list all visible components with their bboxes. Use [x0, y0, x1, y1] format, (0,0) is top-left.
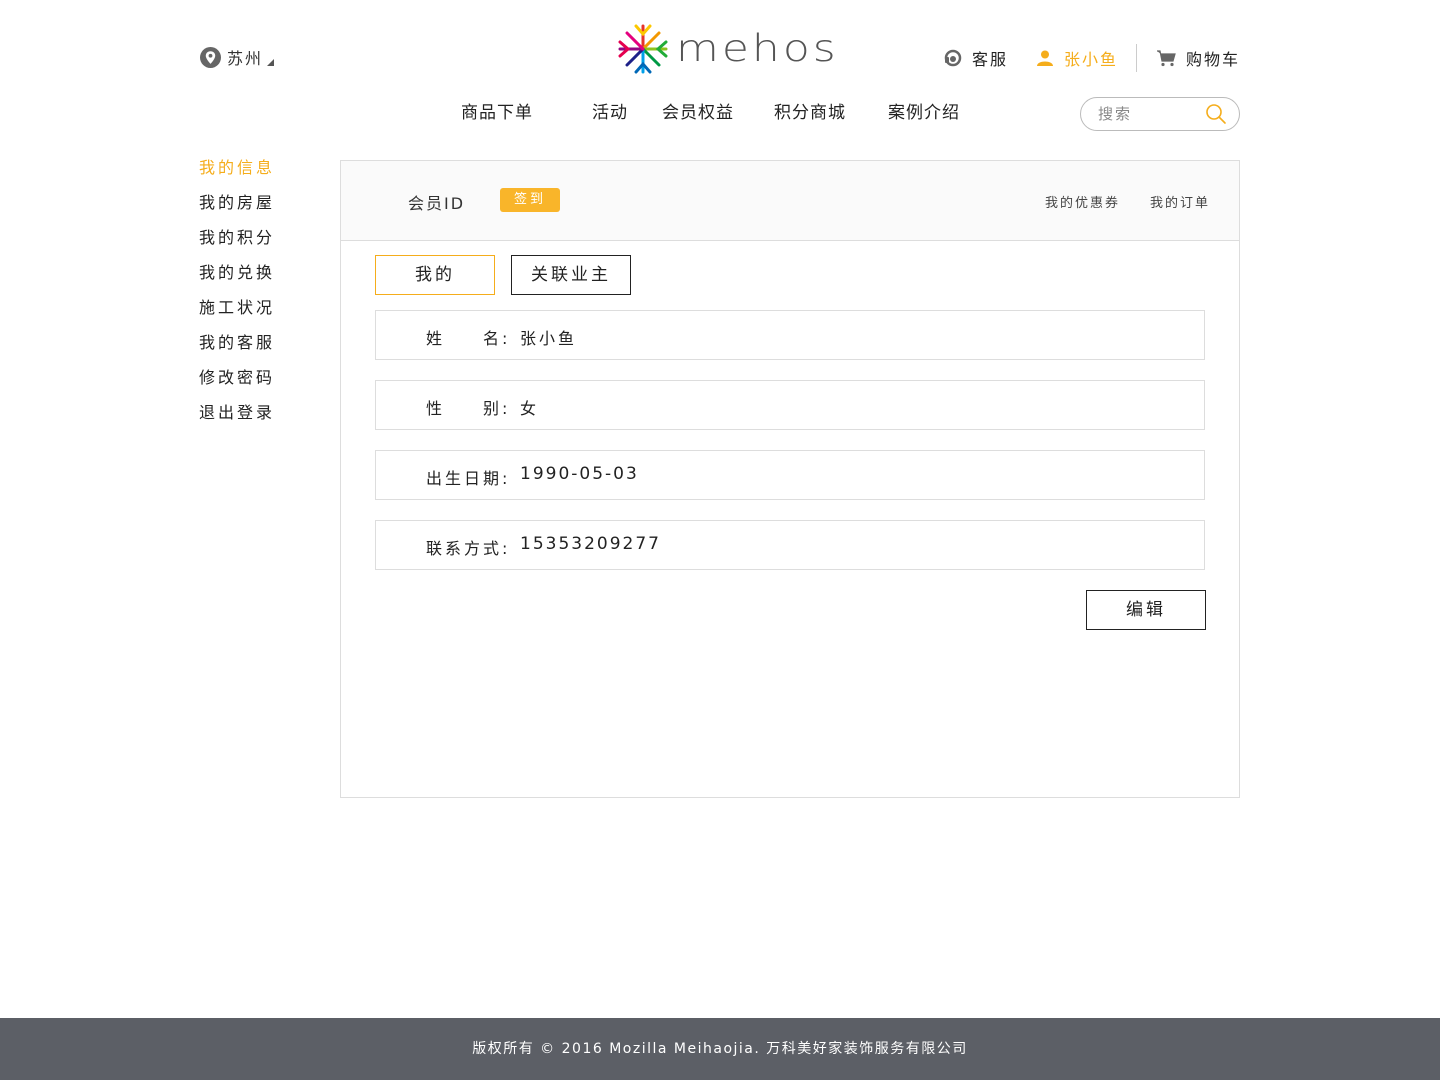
edit-button[interactable]: 编辑 [1086, 590, 1206, 630]
sidebar-item-logout[interactable]: 退出登录 [199, 402, 275, 437]
my-orders-link[interactable]: 我的订单 [1150, 192, 1210, 211]
field-contact-label: 联系方式: [426, 539, 511, 558]
logo-star-icon [618, 24, 668, 74]
sidebar-item-my-house[interactable]: 我的房屋 [199, 192, 275, 227]
city-name: 苏州 [227, 49, 264, 68]
header-divider [1135, 44, 1137, 72]
cart-link[interactable]: 购物车 [1156, 46, 1240, 70]
headset-icon [944, 49, 962, 67]
profile-tabs: 我的 关联业主 [375, 255, 647, 295]
field-gender-value: 女 [520, 399, 540, 418]
sidebar-item-my-exchange[interactable]: 我的兑换 [199, 262, 275, 297]
search-icon[interactable] [1205, 103, 1227, 125]
field-contact-value: 15353209277 [520, 534, 661, 554]
field-name-value: 张小鱼 [520, 329, 578, 348]
footer: 版权所有 © 2016 Mozilla Meihaojia. 万科美好家装饰服务… [0, 1018, 1440, 1080]
nav-item-order[interactable]: 商品下单 [461, 98, 533, 123]
service-label: 客服 [971, 50, 1008, 69]
copyright-text: 版权所有 © 2016 Mozilla Meihaojia. 万科美好家装饰服务… [472, 1041, 968, 1057]
tab-linked-owner[interactable]: 关联业主 [511, 255, 631, 295]
nav-item-cases[interactable]: 案例介绍 [888, 98, 960, 123]
sidebar-item-my-service[interactable]: 我的客服 [199, 332, 275, 367]
user-icon [1036, 50, 1053, 66]
location-pin-icon [200, 46, 221, 68]
tab-mine[interactable]: 我的 [375, 255, 495, 295]
profile-header: 会员ID 签到 我的优惠券 我的订单 [341, 161, 1239, 241]
nav-item-points-mall[interactable]: 积分商城 [774, 98, 846, 123]
field-birthdate-value: 1990-05-03 [520, 464, 639, 484]
my-coupons-link[interactable]: 我的优惠券 [1045, 192, 1120, 211]
field-birthdate-label: 出生日期: [426, 469, 511, 488]
checkin-button[interactable]: 签到 [500, 188, 560, 212]
field-name: 姓 名: 张小鱼 [375, 310, 1205, 360]
logo-wordmark: mehos [676, 26, 839, 71]
field-name-label: 姓 名: [426, 329, 511, 348]
top-right-links: 客服 张小鱼 购物车 [944, 44, 1240, 72]
field-birthdate: 出生日期: 1990-05-03 [375, 450, 1205, 500]
field-contact: 联系方式: 15353209277 [375, 520, 1205, 570]
sidebar-item-my-points[interactable]: 我的积分 [199, 227, 275, 262]
customer-service-link[interactable]: 客服 [944, 46, 1008, 70]
sidebar-item-change-password[interactable]: 修改密码 [199, 367, 275, 402]
profile-panel: 会员ID 签到 我的优惠券 我的订单 我的 关联业主 姓 名: 张小鱼 性 别:… [340, 160, 1240, 798]
member-id-label: 会员ID [408, 194, 466, 213]
nav-item-activity[interactable]: 活动 [592, 98, 628, 123]
field-gender-label: 性 别: [426, 399, 511, 418]
field-gender: 性 别: 女 [375, 380, 1205, 430]
site-logo[interactable]: mehos [616, 22, 839, 76]
city-selector[interactable]: 苏州 [200, 45, 275, 69]
cart-label: 购物车 [1185, 50, 1240, 69]
dropdown-triangle-icon [267, 58, 275, 66]
search-box [1080, 97, 1240, 131]
nav-item-membership[interactable]: 会员权益 [662, 98, 734, 123]
account-sidebar: 我的信息 我的房屋 我的积分 我的兑换 施工状况 我的客服 修改密码 退出登录 [199, 157, 275, 437]
user-name: 张小鱼 [1063, 50, 1118, 69]
sidebar-item-my-info[interactable]: 我的信息 [199, 157, 275, 192]
sidebar-item-construction[interactable]: 施工状况 [199, 297, 275, 332]
user-account-link[interactable]: 张小鱼 [1036, 46, 1118, 70]
cart-icon [1156, 49, 1176, 66]
search-input[interactable] [1098, 105, 1198, 123]
